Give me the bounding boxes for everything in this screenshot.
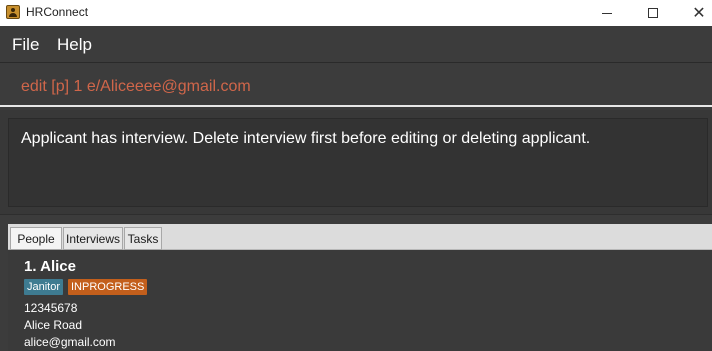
tab-tasks[interactable]: Tasks xyxy=(124,227,162,250)
command-input-underline xyxy=(0,105,712,107)
tab-bar: People Interviews Tasks xyxy=(8,224,712,250)
minimize-icon xyxy=(602,12,612,14)
maximize-icon xyxy=(648,8,658,18)
menu-bar: File Help xyxy=(0,26,712,63)
close-icon: ✕ xyxy=(692,5,706,22)
command-input[interactable]: edit [p] 1 e/Aliceeee@gmail.com xyxy=(0,64,712,109)
person-phone: 12345678 xyxy=(24,301,78,315)
command-input-text: edit [p] 1 e/Aliceeee@gmail.com xyxy=(21,78,251,95)
split-divider[interactable] xyxy=(0,214,712,224)
person-address: Alice Road xyxy=(24,318,83,332)
title-bar: HRConnect ✕ xyxy=(0,0,712,26)
menu-file[interactable]: File xyxy=(12,35,39,55)
menu-help[interactable]: Help xyxy=(57,35,92,55)
person-name: 1. Alice xyxy=(24,258,76,275)
window-title: HRConnect xyxy=(26,5,89,19)
role-tag: Janitor xyxy=(24,279,64,295)
person-email: alice@gmail.com xyxy=(24,335,116,349)
app-icon xyxy=(6,5,20,19)
tab-people[interactable]: People xyxy=(10,227,62,250)
status-tag: INPROGRESS xyxy=(68,279,148,295)
result-message: Applicant has interview. Delete intervie… xyxy=(21,130,591,147)
tab-interviews[interactable]: Interviews xyxy=(63,227,123,250)
minimize-button[interactable] xyxy=(584,0,630,26)
maximize-button[interactable] xyxy=(630,0,676,26)
close-button[interactable]: ✕ xyxy=(676,0,712,26)
